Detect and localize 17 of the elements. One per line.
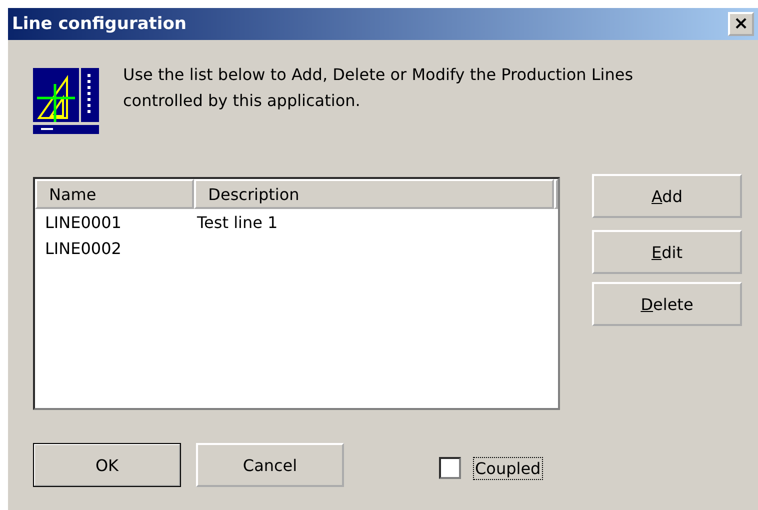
instruction-text: Use the list below to Add, Delete or Modify the Production Lines controlled by this application.	[123, 64, 634, 112]
action-button[interactable]: Delete	[592, 282, 742, 326]
lines-list[interactable]: Name Description LINE0001 Test line 1 LINE0002	[33, 177, 560, 410]
chart-icon	[33, 68, 99, 134]
dialog-button[interactable]: Cancel	[196, 443, 344, 487]
dialog-button[interactable]: OK	[33, 443, 181, 487]
action-button[interactable]: Add	[592, 174, 742, 218]
checkbox[interactable]	[439, 457, 461, 479]
list-cell[interactable]: LINE0002	[35, 238, 197, 258]
close-button[interactable]: ×	[728, 12, 754, 36]
list-cell[interactable]: Test line 1	[197, 212, 278, 232]
column-header[interactable]: Description	[194, 179, 554, 209]
checkbox-label[interactable]: Coupled	[473, 456, 543, 480]
list-cell[interactable]: LINE0001	[35, 212, 197, 232]
action-button[interactable]: Edit	[592, 230, 742, 274]
column-header[interactable]: Name	[35, 179, 194, 209]
window-title: Line configuration	[12, 14, 187, 34]
